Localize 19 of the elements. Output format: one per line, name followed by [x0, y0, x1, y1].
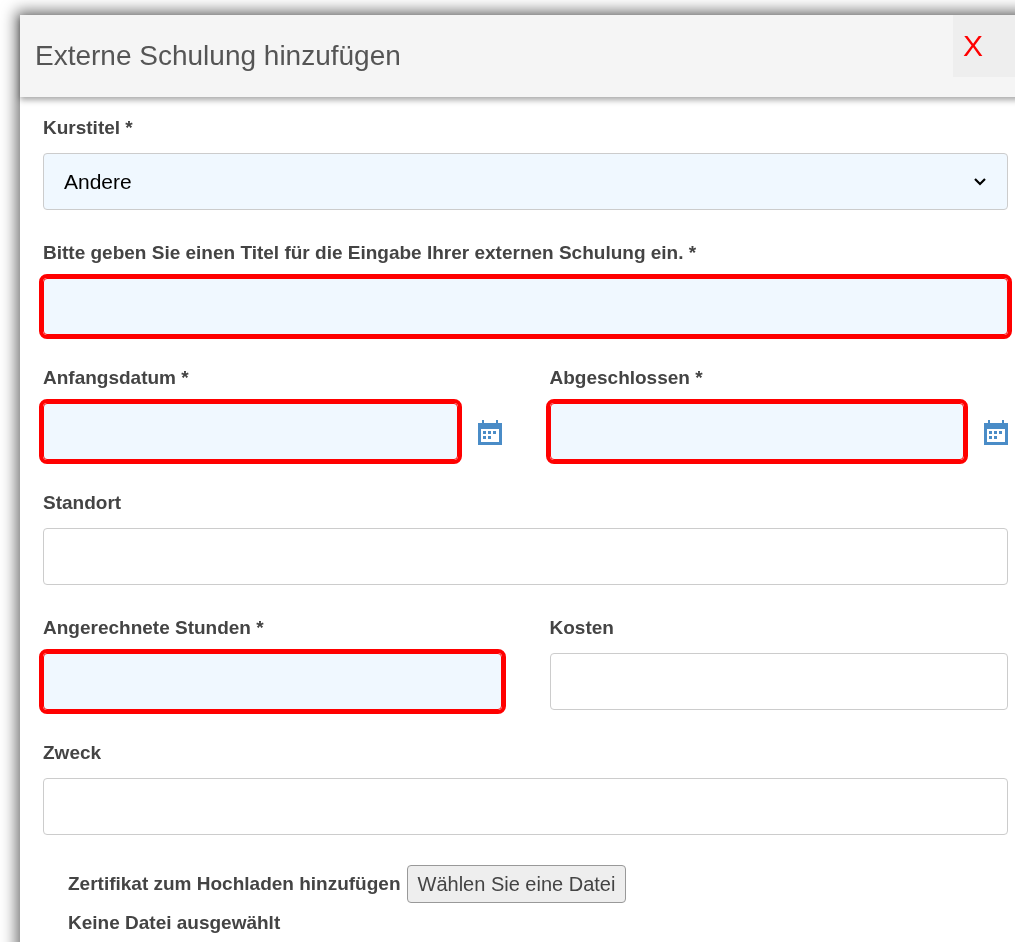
- field-label: Standort: [43, 491, 123, 515]
- input-field[interactable]: [43, 528, 1008, 585]
- calendar-icon[interactable]: [477, 418, 502, 445]
- field-label: Abgeschlossen *: [549, 366, 704, 390]
- upload-label: Zertifikat zum Hochladen hinzufügen: [68, 871, 401, 896]
- dialog-title: Externe Schulung hinzufügen: [35, 39, 401, 73]
- field-label: Kurstitel *: [43, 116, 134, 140]
- choose-file-button[interactable]: Wählen Sie eine Datei: [406, 865, 627, 903]
- chevron-down-icon: [973, 176, 987, 187]
- calendar-icon[interactable]: [984, 418, 1008, 445]
- field-label: Anfangsdatum *: [43, 366, 190, 390]
- input-field[interactable]: [549, 653, 1008, 710]
- field-label: Kosten: [549, 616, 615, 640]
- input-field[interactable]: [43, 778, 1008, 835]
- field-label: Angerechnete Stunden *: [43, 616, 265, 640]
- file-status: Keine Datei ausgewählt: [68, 911, 282, 935]
- course-select[interactable]: Andere: [43, 153, 1008, 210]
- field-label: Bitte geben Sie einen Titel für die Eingabe Ihrer externen Schulung ein. *: [43, 241, 698, 265]
- field-label: Zweck: [43, 741, 103, 765]
